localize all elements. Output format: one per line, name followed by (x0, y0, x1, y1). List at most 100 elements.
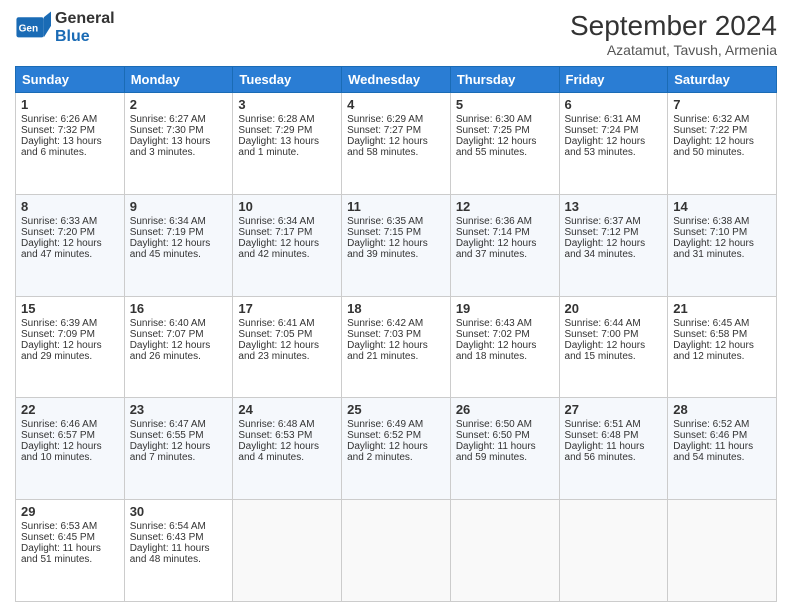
day-info: Sunrise: 6:40 AM (130, 318, 228, 329)
day-info: Sunset: 7:10 PM (673, 227, 771, 238)
col-friday: Friday (559, 67, 668, 93)
calendar-cell: 4Sunrise: 6:29 AMSunset: 7:27 PMDaylight… (342, 93, 451, 195)
day-info: and 18 minutes. (456, 351, 554, 362)
day-info: Daylight: 12 hours (565, 136, 663, 147)
day-info: Sunrise: 6:48 AM (238, 419, 336, 430)
day-info: Sunrise: 6:31 AM (565, 114, 663, 125)
day-info: Sunset: 6:45 PM (21, 532, 119, 543)
day-info: Daylight: 12 hours (673, 340, 771, 351)
calendar-cell: 24Sunrise: 6:48 AMSunset: 6:53 PMDayligh… (233, 398, 342, 500)
calendar-header-row: Sunday Monday Tuesday Wednesday Thursday… (16, 67, 777, 93)
day-info: Daylight: 12 hours (21, 340, 119, 351)
day-info: and 55 minutes. (456, 147, 554, 158)
day-info: Daylight: 12 hours (565, 340, 663, 351)
calendar-cell: 23Sunrise: 6:47 AMSunset: 6:55 PMDayligh… (124, 398, 233, 500)
calendar-table: Sunday Monday Tuesday Wednesday Thursday… (15, 66, 777, 602)
day-info: and 50 minutes. (673, 147, 771, 158)
day-info: Sunset: 6:58 PM (673, 329, 771, 340)
calendar-cell: 7 Sunrise: 6:32 AMSunset: 7:22 PMDaylight… (668, 93, 777, 195)
day-info: Daylight: 12 hours (130, 238, 228, 249)
day-info: Sunset: 7:14 PM (456, 227, 554, 238)
day-info: Daylight: 13 hours (238, 136, 336, 147)
day-info: Sunset: 6:50 PM (456, 430, 554, 441)
calendar-cell: 11Sunrise: 6:35 AMSunset: 7:15 PMDayligh… (342, 194, 451, 296)
day-info: and 7 minutes. (130, 452, 228, 463)
day-info: Sunrise: 6:35 AM (347, 216, 445, 227)
day-info: and 2 minutes. (347, 452, 445, 463)
day-info: Sunrise: 6:38 AM (673, 216, 771, 227)
calendar-cell: 27Sunrise: 6:51 AMSunset: 6:48 PMDayligh… (559, 398, 668, 500)
day-info: Daylight: 11 hours (565, 441, 663, 452)
day-info: Sunrise: 6:34 AM (130, 216, 228, 227)
calendar-cell: 15Sunrise: 6:39 AMSunset: 7:09 PMDayligh… (16, 296, 125, 398)
day-info: Sunset: 7:25 PM (456, 125, 554, 136)
day-info: and 31 minutes. (673, 249, 771, 260)
day-info: Daylight: 12 hours (347, 340, 445, 351)
day-info: Daylight: 12 hours (673, 136, 771, 147)
calendar-cell: 13Sunrise: 6:37 AMSunset: 7:12 PMDayligh… (559, 194, 668, 296)
day-info: Daylight: 12 hours (673, 238, 771, 249)
day-info: Sunrise: 6:34 AM (238, 216, 336, 227)
day-info: Daylight: 11 hours (456, 441, 554, 452)
day-info: Sunrise: 6:32 AM (673, 114, 771, 125)
day-number: 7 (673, 97, 771, 112)
location-subtitle: Azatamut, Tavush, Armenia (570, 42, 777, 58)
day-number: 13 (565, 199, 663, 214)
header: Gen General Blue September 2024 Azatamut… (15, 10, 777, 58)
calendar-cell: 28Sunrise: 6:52 AMSunset: 6:46 PMDayligh… (668, 398, 777, 500)
calendar-cell (233, 500, 342, 602)
day-info: Sunset: 7:27 PM (347, 125, 445, 136)
page: Gen General Blue September 2024 Azatamut… (0, 0, 792, 612)
day-info: Sunrise: 6:41 AM (238, 318, 336, 329)
day-info: Sunrise: 6:54 AM (130, 521, 228, 532)
day-info: and 58 minutes. (347, 147, 445, 158)
day-info: Daylight: 12 hours (456, 238, 554, 249)
day-info: and 4 minutes. (238, 452, 336, 463)
calendar-cell: 20Sunrise: 6:44 AMSunset: 7:00 PMDayligh… (559, 296, 668, 398)
day-number: 30 (130, 504, 228, 519)
day-info: Sunset: 6:43 PM (130, 532, 228, 543)
calendar-cell: 9Sunrise: 6:34 AMSunset: 7:19 PMDaylight… (124, 194, 233, 296)
day-info: Sunset: 6:48 PM (565, 430, 663, 441)
day-info: Daylight: 12 hours (565, 238, 663, 249)
day-info: Sunrise: 6:43 AM (456, 318, 554, 329)
day-number: 3 (238, 97, 336, 112)
day-info: Daylight: 12 hours (130, 441, 228, 452)
day-info: Daylight: 13 hours (130, 136, 228, 147)
day-info: Sunset: 6:46 PM (673, 430, 771, 441)
day-number: 26 (456, 402, 554, 417)
calendar-week-row: 8Sunrise: 6:33 AMSunset: 7:20 PMDaylight… (16, 194, 777, 296)
day-info: Daylight: 12 hours (130, 340, 228, 351)
day-info: Daylight: 12 hours (456, 136, 554, 147)
day-number: 23 (130, 402, 228, 417)
day-number: 24 (238, 402, 336, 417)
day-number: 19 (456, 301, 554, 316)
day-info: Daylight: 12 hours (347, 136, 445, 147)
day-info: and 42 minutes. (238, 249, 336, 260)
day-number: 6 (565, 97, 663, 112)
day-info: Daylight: 11 hours (21, 543, 119, 554)
day-info: Sunset: 7:30 PM (130, 125, 228, 136)
month-title: September 2024 (570, 10, 777, 42)
calendar-cell: 2 Sunrise: 6:27 AMSunset: 7:30 PMDaylight… (124, 93, 233, 195)
calendar-cell: 21Sunrise: 6:45 AMSunset: 6:58 PMDayligh… (668, 296, 777, 398)
day-info: and 29 minutes. (21, 351, 119, 362)
day-number: 15 (21, 301, 119, 316)
calendar-cell: 16Sunrise: 6:40 AMSunset: 7:07 PMDayligh… (124, 296, 233, 398)
day-number: 14 (673, 199, 771, 214)
day-number: 27 (565, 402, 663, 417)
day-info: and 15 minutes. (565, 351, 663, 362)
day-info: Daylight: 11 hours (130, 543, 228, 554)
day-number: 10 (238, 199, 336, 214)
calendar-week-row: 22Sunrise: 6:46 AMSunset: 6:57 PMDayligh… (16, 398, 777, 500)
day-info: Sunset: 7:24 PM (565, 125, 663, 136)
day-info: Sunset: 7:22 PM (673, 125, 771, 136)
day-number: 2 (130, 97, 228, 112)
day-info: and 21 minutes. (347, 351, 445, 362)
day-info: Sunrise: 6:27 AM (130, 114, 228, 125)
col-saturday: Saturday (668, 67, 777, 93)
day-info: and 56 minutes. (565, 452, 663, 463)
day-info: Sunrise: 6:26 AM (21, 114, 119, 125)
calendar-cell: 3Sunrise: 6:28 AMSunset: 7:29 PMDaylight… (233, 93, 342, 195)
day-info: Sunrise: 6:33 AM (21, 216, 119, 227)
